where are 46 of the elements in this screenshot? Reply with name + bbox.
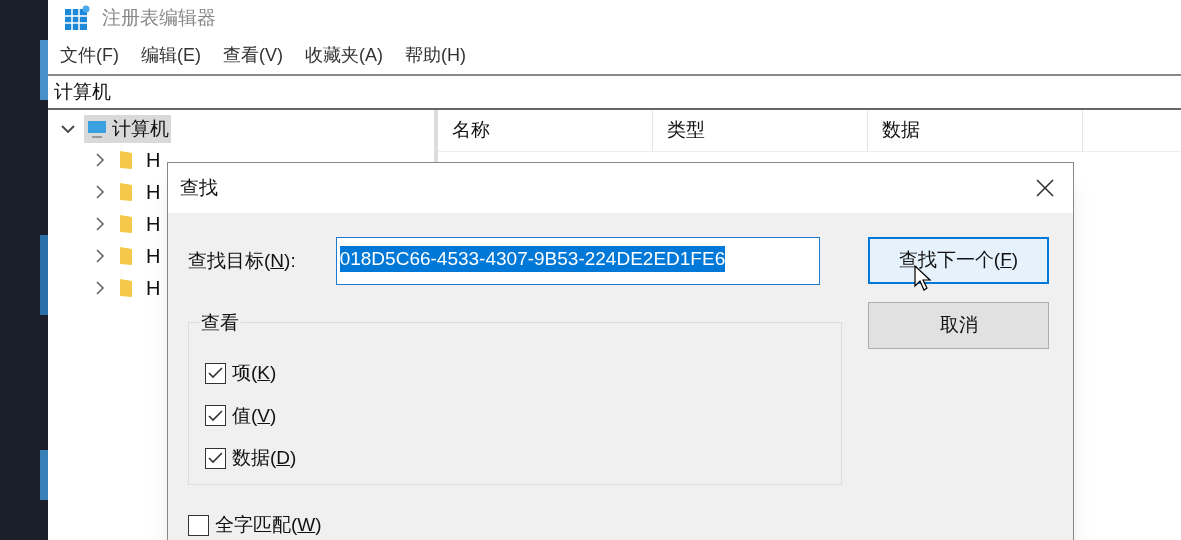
folder-icon — [118, 246, 134, 266]
column-header[interactable]: 数据 — [868, 110, 1083, 151]
folder-icon — [118, 182, 134, 202]
checkbox[interactable] — [205, 362, 226, 384]
menu-item[interactable]: 编辑(E) — [141, 41, 201, 69]
chevron-icon[interactable] — [60, 123, 76, 135]
tree-item[interactable]: H — [146, 241, 161, 271]
chevron-icon[interactable] — [94, 216, 106, 232]
menu-item[interactable]: 查看(V) — [223, 41, 283, 69]
checkbox-label: 数据(D) — [232, 446, 297, 470]
checkbox-label: 值(V) — [232, 403, 277, 428]
menu-item[interactable]: 收藏夹(A) — [305, 41, 383, 69]
address-bar[interactable]: 计算机 — [48, 76, 1181, 110]
checkbox[interactable] — [205, 405, 226, 427]
chevron-icon[interactable] — [94, 184, 106, 200]
folder-icon — [118, 150, 134, 170]
checkbox-label: 项(K) — [232, 361, 277, 385]
dialog-button[interactable]: 查找下一个(F) — [868, 237, 1049, 284]
chevron-icon[interactable] — [94, 280, 106, 296]
tree-item[interactable]: H — [146, 209, 161, 239]
checkbox[interactable] — [188, 514, 209, 536]
check-icon — [208, 367, 223, 380]
computer-icon — [86, 119, 108, 139]
checkbox[interactable] — [205, 447, 226, 469]
chevron-icon[interactable] — [94, 152, 106, 168]
column-header[interactable]: 名称 — [438, 110, 653, 151]
menu-item[interactable]: 文件(F) — [60, 41, 119, 69]
check-icon — [208, 452, 223, 465]
dialog-button[interactable]: 取消 — [868, 302, 1049, 349]
registry-grid-icon — [64, 5, 90, 31]
menu-item[interactable]: 帮助(H) — [405, 41, 466, 69]
tree-item[interactable]: H — [146, 145, 161, 175]
folder-icon — [118, 214, 134, 234]
window-title: 注册表编辑器 — [102, 5, 216, 30]
tree-item[interactable]: 计算机 — [84, 115, 171, 143]
column-header[interactable]: 类型 — [653, 110, 868, 151]
check-icon — [208, 409, 223, 422]
find-input[interactable]: 018D5C66-4533-4307-9B53-224DE2ED1FE6 — [335, 237, 820, 285]
dialog-title: 查找 — [180, 175, 218, 200]
tree-item[interactable]: H — [146, 177, 161, 207]
chevron-icon[interactable] — [94, 248, 106, 264]
tree-item[interactable]: H — [146, 273, 161, 303]
folder-icon — [118, 278, 134, 298]
close-icon[interactable] — [1035, 178, 1055, 198]
checkbox-label: 全字匹配(W) — [215, 513, 322, 537]
find-label: 查找目标(N): — [188, 248, 296, 273]
